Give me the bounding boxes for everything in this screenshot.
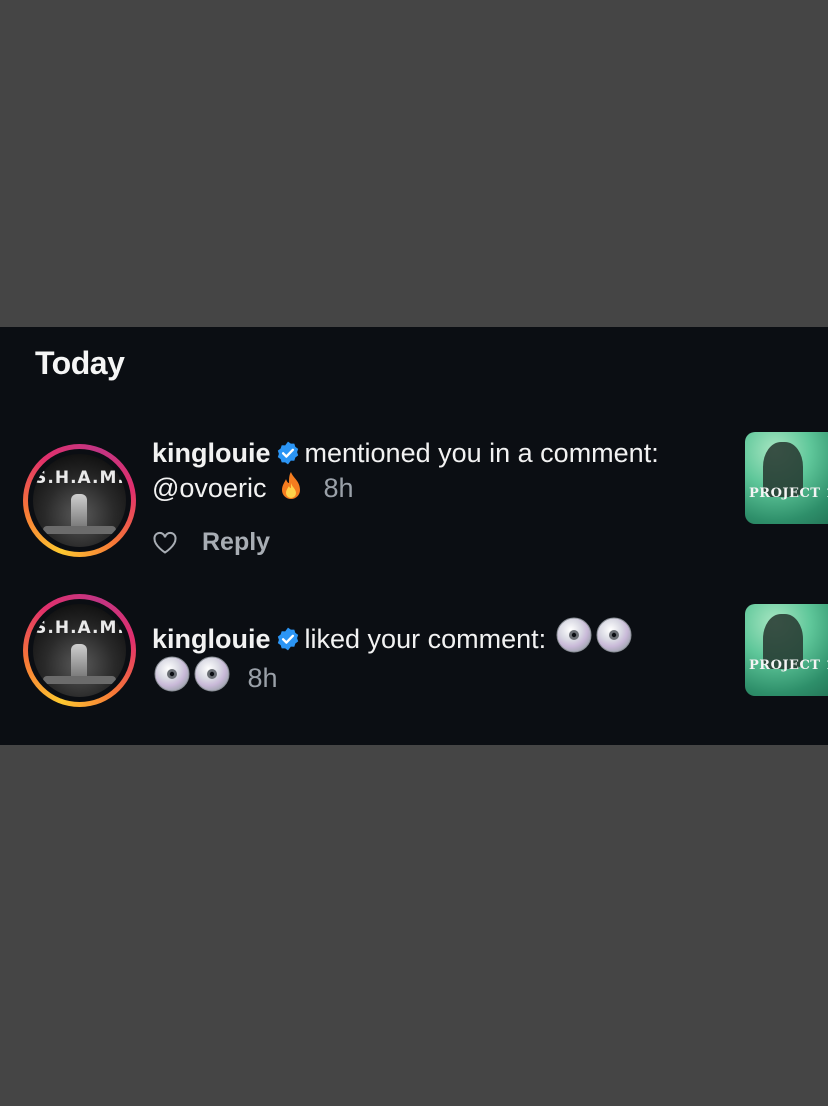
avatar[interactable]: S.H.A.M.: [23, 444, 136, 557]
thumbnail-text: PROJECT 1: [749, 486, 828, 501]
notification-text: kinglouie liked your comment: 8h: [152, 617, 732, 695]
cd-disc-icon: [194, 656, 230, 692]
cd-disc-icon: [154, 656, 190, 692]
username[interactable]: kinglouie: [152, 438, 271, 468]
verified-badge-icon: [277, 627, 298, 651]
fire-emoji-icon: [281, 472, 300, 499]
section-title: Today: [35, 345, 125, 381]
mention-text[interactable]: @ovoeric: [152, 473, 266, 503]
thumbnail-text: PROJECT 1: [749, 658, 828, 673]
timestamp: 8h: [323, 473, 354, 503]
avatar-logo-text: S.H.A.M.: [34, 618, 125, 638]
heart-icon[interactable]: [152, 531, 178, 555]
reply-row: Reply: [152, 528, 270, 557]
avatar[interactable]: S.H.A.M.: [23, 594, 136, 707]
username[interactable]: kinglouie: [152, 624, 271, 654]
reply-button[interactable]: Reply: [202, 528, 270, 557]
action-text: liked your comment:: [304, 624, 547, 654]
cd-disc-icon: [556, 617, 592, 653]
notification-text: kinglouie mentioned you in a comment: @o…: [152, 436, 732, 505]
cd-disc-icon: [596, 617, 632, 653]
verified-badge-icon: [277, 441, 298, 465]
action-text: mentioned you in a comment:: [304, 438, 659, 468]
post-thumbnail[interactable]: PROJECT 1: [745, 604, 828, 696]
post-thumbnail[interactable]: PROJECT 1: [745, 432, 828, 524]
timestamp: 8h: [247, 663, 278, 693]
avatar-logo-text: S.H.A.M.: [34, 468, 125, 488]
